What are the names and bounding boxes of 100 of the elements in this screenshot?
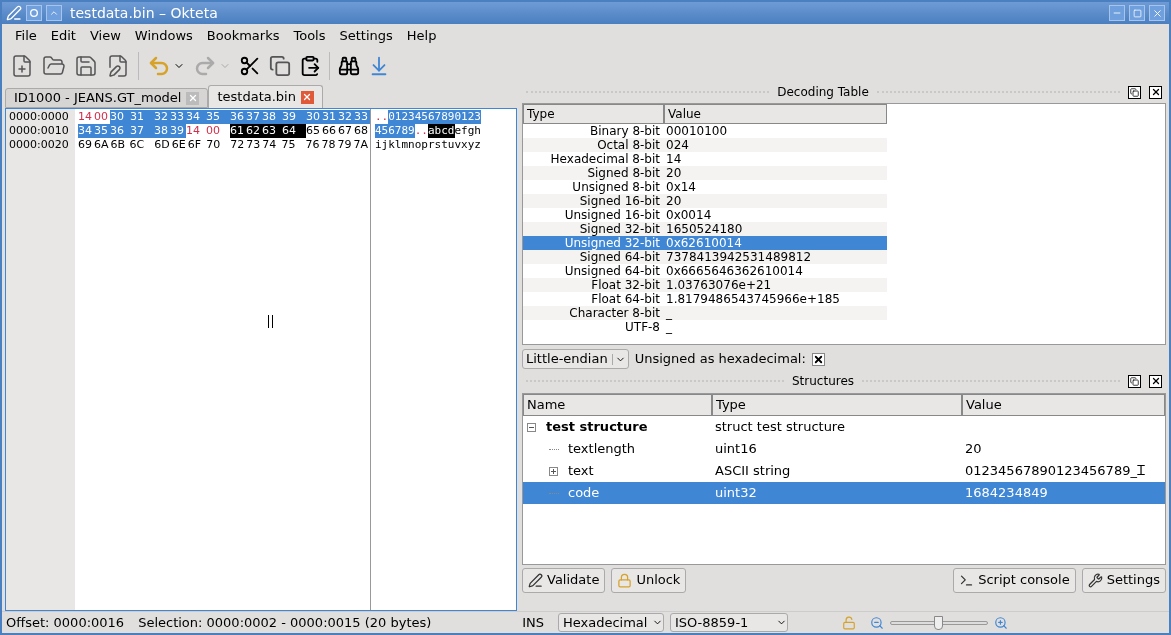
table-row[interactable]: Signed 32-bit 1650524180 [523,222,887,236]
char-text: .. [414,124,428,138]
hex-byte: 69 [78,138,93,152]
close-icon[interactable] [186,91,200,105]
menu-item[interactable]: Edit [43,26,83,46]
validate-button[interactable]: Validate [522,567,606,593]
char-text: 456789 [375,124,415,138]
expand-icon[interactable] [549,466,558,476]
tree-cell-text: uint32 [714,484,758,503]
column-header[interactable]: Type [712,394,962,416]
column-header[interactable]: Value [962,394,1165,416]
tree-cell-text: code [568,484,600,503]
hex-byte: 00 [205,124,221,138]
hex-byte: 68 [354,124,369,138]
app-icon [6,5,22,21]
table-cell-text: 14 [665,152,682,166]
tree-row[interactable]: code uint32 1684234849 [523,482,1165,504]
panel-title: Structures [791,373,855,390]
table-cell-text: 7378413942531489812 [665,250,812,264]
copy-icon[interactable] [269,55,291,77]
menu-button[interactable] [26,5,42,21]
tree-cell-text: ASCII string [714,462,792,481]
hex-byte: 38 [154,124,170,138]
table-row[interactable]: Signed 8-bit 20 [523,166,887,180]
wrench-icon [1087,572,1103,588]
menu-item[interactable]: Settings [332,26,400,46]
float-button[interactable] [1128,374,1141,388]
hex-byte: 38 [262,110,278,124]
close-icon[interactable] [300,90,314,104]
hex-byte: 64 [278,124,306,138]
offset-label: 0000:0020 [9,138,70,152]
hex-byte: 78 [321,138,337,152]
table-row[interactable]: Signed 16-bit 20 [523,194,887,208]
column-header[interactable]: Type [523,104,664,124]
char-text: .. [375,110,389,124]
hex-editor[interactable] [5,108,517,611]
hex-byte: 14 [78,110,93,124]
table-cell-text: UTF-8 [624,320,661,334]
table-cell-text: 1650524180 [665,222,743,236]
script-console-button[interactable]: Script console [953,567,1076,593]
tree-row[interactable]: textlength uint16 20 [523,438,1165,460]
table-cell-text: Octal 8-bit [596,138,661,152]
charset-dropdown[interactable]: ISO-8859-1 [669,613,788,632]
encoding-dropdown[interactable]: Hexadecimal [557,613,664,632]
column-header[interactable]: Name [523,394,712,416]
table-cell-text: Signed 8-bit [586,166,661,180]
binoculars-icon[interactable] [338,55,360,77]
close-button[interactable] [1149,374,1162,388]
panel-title: Decoding Table [777,84,869,101]
new-file-icon[interactable] [10,54,34,78]
menu-item[interactable]: Help [399,26,444,46]
table-cell-text: 20 [665,194,682,208]
zoom-slider-thumb[interactable] [933,615,943,630]
column-header[interactable]: Value [664,104,887,124]
table-cell-text: Signed 32-bit [578,222,661,236]
table-cell-text: Unsigned 8-bit [571,180,661,194]
table-cell-text: Unsigned 16-bit [563,208,661,222]
paste-icon[interactable] [299,55,321,77]
cut-icon[interactable] [239,55,261,77]
document-tab[interactable]: ID1000 - JEANS.GT_model [5,88,209,108]
menu-item[interactable]: Tools [286,26,333,46]
table-row[interactable]: Octal 8-bit 024 [523,138,887,152]
tree-cell-text: uint16 [714,440,758,459]
table-row[interactable]: Character 8-bit _ [523,306,887,320]
hex-byte: 74 [262,138,278,152]
unlock-button[interactable]: Unlock [611,567,687,593]
menu-item[interactable]: Bookmarks [199,26,287,46]
table-cell-text: 1.03763076e+21 [665,278,772,292]
float-button[interactable] [1128,85,1141,99]
table-row[interactable]: Unsigned 32-bit 0x62610014 [523,236,887,250]
menu-item[interactable]: File [8,26,44,46]
table-row[interactable]: Signed 64-bit 7378413942531489812 [523,250,887,264]
table-row[interactable]: Float 32-bit 1.03763076e+21 [523,278,887,292]
settings-button[interactable]: Settings [1081,567,1166,593]
check-mark-icon [812,353,824,365]
menu-item[interactable]: Windows [127,26,200,46]
tree-row[interactable]: text ASCII string 01234567890123456789_Ꮖ [523,460,1165,482]
hex-byte: 32 [154,110,170,124]
close-button[interactable] [1149,85,1162,99]
menu-item[interactable]: View [82,26,128,46]
insert-mode-status[interactable]: INS [522,612,544,633]
table-cell-text: _ [665,320,672,334]
offset-label: 0000:0000 [9,110,70,124]
lock-icon [617,572,633,588]
tree-row[interactable]: test structure struct test structure [523,416,1165,438]
hex-byte: 37 [246,110,262,124]
table-cell-text: 0x14 [665,180,696,194]
zoom-in-icon[interactable] [993,615,1008,630]
collapse-icon[interactable] [527,422,536,432]
hex-byte: 65 [306,124,321,138]
checkbox[interactable] [811,352,825,366]
document-tab[interactable]: testdata.bin [208,85,323,108]
tree-cell-text: 20 [964,440,982,459]
endianness-dropdown[interactable]: Little-endian [522,349,629,369]
terminal-icon [959,572,975,588]
folder-icon[interactable] [42,54,66,78]
zoom-out-icon[interactable] [869,615,884,630]
char-text: 01234567890123 [388,110,481,124]
edit-file-icon[interactable] [106,54,130,78]
save-icon[interactable] [74,54,98,78]
